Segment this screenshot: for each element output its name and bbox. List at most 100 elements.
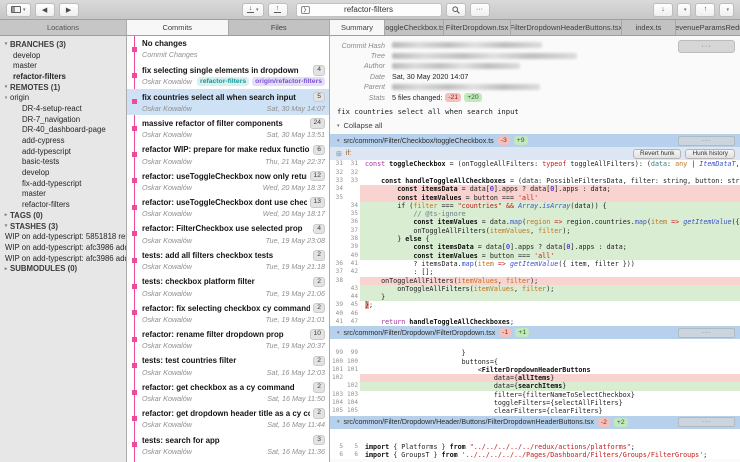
file-more-button[interactable]: ··· (678, 135, 735, 146)
commit-row[interactable]: fix countries select all when search inp… (127, 88, 329, 116)
meta-value: 5 files changed: -21 +20 (392, 92, 482, 102)
sidebar-item[interactable]: fix-add-typescript (0, 178, 126, 189)
search-button[interactable] (445, 2, 466, 17)
branch-selector-field[interactable]: ❯ refactor-filters (295, 2, 442, 17)
tab-togglecheckbox-ts[interactable]: toggleCheckbox.ts (385, 20, 444, 35)
commit-row[interactable]: refactor: fix selecting checkbox cy comm… (127, 300, 329, 326)
back-button[interactable]: ◀ (34, 2, 55, 17)
file-more-button[interactable]: ··· (678, 327, 735, 338)
forward-button[interactable]: ▶ (58, 2, 79, 17)
push-button[interactable]: ↑ (695, 2, 716, 17)
tab-index-ts[interactable]: index.ts (622, 20, 676, 35)
old-line-number: 105 (331, 407, 343, 415)
toolbar-more-button[interactable]: ··· (469, 2, 490, 17)
diff-file-header[interactable]: ▾ src/common/Filter/Dropdown/FilterDropdo… (330, 326, 740, 340)
tab-filterdropdown-tsx[interactable]: FilterDropdown.tsx (444, 20, 511, 35)
hunk-history-button[interactable]: Hunk history (685, 148, 735, 160)
chevron-right-icon[interactable]: ▸ (2, 212, 10, 218)
sidebar-item-label: fix-add-typescript (22, 178, 82, 188)
commit-row[interactable]: No changes Commit Changes (127, 36, 329, 62)
stash-button[interactable]: ↑ (267, 2, 288, 17)
pull-button[interactable]: ↓ (652, 2, 673, 17)
file-more-button[interactable]: ··· (678, 417, 735, 428)
collapse-all-button[interactable]: ▾ Collapse all (330, 117, 740, 134)
tab-filterdropdownheaderbuttons-tsx[interactable]: FilterDropdownHeaderButtons.tsx (511, 20, 622, 35)
commit-row[interactable]: refactor: get checkbox as a cy command 2 O… (127, 379, 329, 405)
commit-row[interactable]: refactor: useToggleCheckbox dont use che… (127, 194, 329, 220)
commit-row[interactable]: massive refactor of filter components 24 O… (127, 115, 329, 141)
commit-row[interactable]: refactor: rename filter dropdown prop 10 O… (127, 326, 329, 352)
commit-row-line2: Oskar Kowalów Sat, 16 May 12:03 (142, 368, 325, 377)
tab-revenueparamsredu[interactable]: revenueParamsRedu (676, 20, 740, 35)
tab-files[interactable]: Files (229, 20, 330, 35)
tab-commits[interactable]: Commits (127, 20, 229, 35)
code-text: filter={filterNameToSelectCheckbox} (365, 390, 635, 399)
new-line-number: 34 (350, 201, 358, 209)
diff-file-header[interactable]: ▾ src/common/Filter/Checkbox/toggleCheckb… (330, 134, 740, 148)
diff-file-header[interactable]: ▾ src/common/Filter/Dropdown/Header/Butto… (330, 415, 740, 429)
diff-line-context: 41 47 return handleToggleAllCheckboxes; (330, 317, 740, 327)
detail-tabs: Summary toggleCheckbox.ts FilterDropdown.t… (330, 20, 740, 36)
fetch-button[interactable]: ↓ ▾ (241, 2, 264, 17)
sidebar-item[interactable]: WIP on add-typescript: afc3986 add fir (0, 242, 126, 253)
commit-date: Tue, 19 May 23:08 (265, 235, 325, 245)
chevron-down-icon[interactable]: ▾ (2, 95, 10, 101)
sidebar-item[interactable]: develop (0, 167, 126, 178)
sidebar-item[interactable]: refactor-filters (0, 199, 126, 210)
sidebar-item[interactable]: basic-tests (0, 157, 126, 168)
toolbar: ▾ ◀ ▶ ↓ ▾ ↑ ❯ refactor-filters ··· ↓ ▾ ↑… (0, 0, 740, 20)
commit-row[interactable]: tests: test countries filter 2 Oskar Kowal… (127, 353, 329, 379)
commit-row[interactable]: refactor WIP: prepare for make redux fun… (127, 142, 329, 168)
sidebar-item[interactable]: DR-40_dashboard-page (0, 125, 126, 136)
sidebar-item[interactable]: WIP on add-typescript: 5851818 renam (0, 231, 126, 242)
commit-row[interactable]: tests: add all filters checkbox tests 2 Os… (127, 247, 329, 273)
chevron-down-icon[interactable]: ▾ (337, 419, 340, 425)
chevron-down-icon: ▾ (255, 6, 259, 13)
sidebar-toggle-button[interactable]: ▾ (6, 2, 31, 17)
chevron-down-icon[interactable]: ▾ (2, 223, 10, 229)
old-line-number: 41 (335, 317, 343, 325)
sidebar-item[interactable]: WIP on add-typescript: afc3986 add fir (0, 253, 126, 264)
commit-row[interactable]: refactor: FilterCheckbox use selected pr… (127, 221, 329, 247)
sidebar-item[interactable]: refactor-filters (0, 71, 126, 82)
chevron-down-icon[interactable]: ▾ (2, 41, 10, 47)
tab-summary[interactable]: Summary (330, 20, 385, 35)
push-arrow-icon: ↑ (703, 6, 708, 13)
commit-row-line2: Oskar Kowalów Tue, 19 May 21:01 (142, 315, 325, 324)
sidebar-item[interactable]: DR-7_navigation (0, 114, 126, 125)
sidebar-section-stashes-3-[interactable]: ▾ STASHES (3) (0, 221, 126, 232)
sidebar-item[interactable]: DR-4-setup-react (0, 103, 126, 114)
sidebar-item-label: REMOTES (1) (10, 82, 61, 92)
sidebar-item[interactable]: add-typescript (0, 146, 126, 157)
commit-changes-count-badge: 2 (313, 276, 325, 288)
commit-row[interactable]: tests: checkbox platform filter 2 Oskar Ko… (127, 274, 329, 300)
branch-ref-badge[interactable]: refactor-filters (197, 77, 250, 87)
sidebar-item[interactable]: add-cypress (0, 135, 126, 146)
new-line-number: 100 (346, 357, 358, 365)
chevron-down-icon[interactable]: ▾ (337, 138, 340, 144)
push-options-button[interactable]: ▾ (719, 2, 734, 17)
sidebar-section-branches-3-[interactable]: ▾ BRANCHES (3) (0, 39, 126, 50)
old-line-number: 104 (331, 399, 343, 407)
sidebar-section-remotes-1-[interactable]: ▾ REMOTES (1) (0, 82, 126, 93)
sidebar-item[interactable]: develop (0, 50, 126, 61)
code-text: } (365, 349, 466, 358)
branch-ref-badge[interactable]: origin/refactor-filters (252, 77, 325, 87)
commit-row[interactable]: fix selecting single elements in dropdow… (127, 62, 329, 88)
commit-row[interactable]: refactor: get dropdown header title as a… (127, 405, 329, 431)
sidebar-section-tags-0-[interactable]: ▸ TAGS (0) (0, 210, 126, 221)
chevron-down-icon[interactable]: ▾ (337, 330, 340, 336)
sidebar-section-submodules-0-[interactable]: ▸ SUBMODULES (0) (0, 263, 126, 274)
summary-more-button[interactable]: ··· (678, 40, 735, 53)
chevron-down-icon[interactable]: ▾ (2, 84, 10, 90)
sidebar-item[interactable]: master (0, 60, 126, 71)
expand-hunk-icon[interactable]: ⊞ (336, 150, 342, 158)
commit-row[interactable]: refactor: useToggleCheckbox now only ret… (127, 168, 329, 194)
revert-hunk-button[interactable]: Revert hunk (633, 148, 682, 160)
sidebar-item[interactable]: ▾ origin (0, 92, 126, 103)
diff-line-removed: 35 const itemValues = button === 'all' (330, 193, 740, 202)
commit-row[interactable]: tests: search for app 3 Oskar Kowalów Sat, … (127, 432, 329, 458)
pull-options-button[interactable]: ▾ (676, 2, 692, 17)
sidebar-item[interactable]: master (0, 189, 126, 200)
chevron-right-icon[interactable]: ▸ (2, 266, 10, 272)
